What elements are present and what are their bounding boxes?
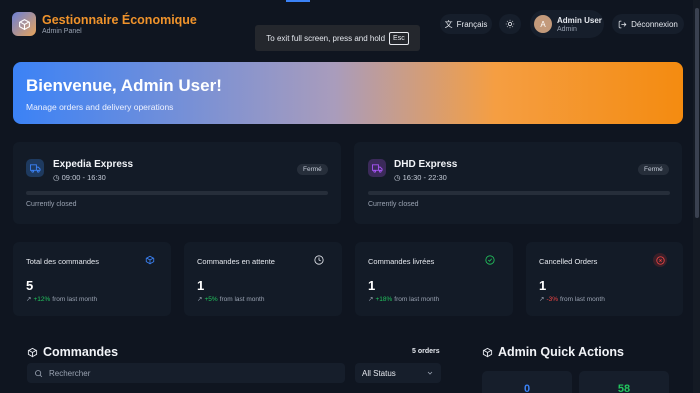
stat-change-suffix: from last month — [560, 295, 605, 303]
stat-label: Cancelled Orders — [539, 257, 598, 266]
status-badge: Fermé — [638, 164, 669, 175]
quick-action-value: 0 — [523, 383, 531, 393]
service-hours: ◷ 09:00 - 16:30 — [53, 173, 106, 182]
orders-count: 5 orders — [412, 348, 440, 355]
clock-icon: ◷ — [53, 173, 60, 182]
stat-trend: ↗ +12% from last month — [26, 295, 98, 304]
stat-change: +12% — [33, 295, 51, 303]
stat-change: +18% — [375, 295, 393, 303]
app-logo — [12, 12, 36, 36]
service-hours: ◷ 16:30 - 22:30 — [394, 173, 447, 182]
truck-icon — [368, 159, 386, 177]
language-button[interactable]: 文 Français — [440, 14, 492, 34]
service-status: Currently closed — [26, 201, 77, 208]
package-icon — [482, 347, 493, 357]
stat-change: +5% — [204, 295, 218, 303]
user-menu[interactable]: A Admin User Admin — [530, 10, 604, 38]
search-input[interactable] — [49, 368, 329, 378]
service-card-dhd: DHD Express ◷ 16:30 - 22:30 Fermé Curren… — [354, 142, 682, 224]
esc-key: Esc — [389, 31, 409, 45]
truck-icon — [26, 159, 44, 177]
brand: Gestionnaire Économique Admin Panel — [42, 13, 197, 35]
fullscreen-toast: To exit full screen, press and hold Esc — [255, 25, 420, 51]
quick-actions-title: Admin Quick Actions — [482, 345, 624, 359]
service-progress-bar — [368, 191, 670, 195]
stat-trend: ↗ +5% from last month — [197, 295, 265, 304]
stat-label: Total des commandes — [26, 257, 99, 266]
brand-subtitle: Admin Panel — [42, 28, 82, 35]
stat-label: Commandes livrées — [368, 257, 435, 266]
stat-value: 1 — [368, 278, 376, 293]
theme-toggle-button[interactable] — [499, 14, 521, 34]
scrollbar-thumb[interactable] — [695, 8, 699, 218]
banner-subtitle: Manage orders and delivery operations — [26, 102, 174, 112]
welcome-banner: Bienvenue, Admin User! Manage orders and… — [13, 62, 683, 124]
toast-text: To exit full screen, press and hold — [266, 33, 386, 43]
stat-trend: ↗ +18% from last month — [368, 295, 440, 304]
service-progress-bar — [26, 191, 328, 195]
stat-label: Commandes en attente — [197, 257, 275, 266]
service-status: Currently closed — [368, 201, 419, 208]
trending-up-icon: ↗ — [197, 296, 203, 303]
banner-title: Bienvenue, Admin User! — [26, 76, 222, 95]
quick-action-tile[interactable]: 58 — [579, 371, 669, 393]
logout-icon — [618, 20, 627, 28]
clock-icon: ◷ — [394, 173, 401, 182]
stat-value: 1 — [197, 278, 205, 293]
status-badge: Fermé — [297, 164, 328, 175]
stat-value: 5 — [26, 278, 34, 293]
service-hours-text: 09:00 - 16:30 — [61, 173, 106, 182]
stat-value: 1 — [539, 278, 547, 293]
stat-card-cancelled-orders: Cancelled Orders 1 ↗ -3% from last month — [526, 242, 683, 316]
status-filter-select[interactable]: All Status — [355, 363, 441, 383]
user-name: Admin User — [557, 15, 602, 25]
service-card-expedia: Expedia Express ◷ 09:00 - 16:30 Fermé Cu… — [13, 142, 341, 224]
chevron-down-icon — [427, 371, 433, 375]
search-field[interactable] — [27, 363, 345, 383]
logout-label: Déconnexion — [631, 19, 678, 29]
quick-actions-title-text: Admin Quick Actions — [498, 345, 624, 359]
trending-down-icon: ↗ — [539, 296, 545, 303]
service-name: DHD Express — [394, 159, 458, 170]
search-icon — [35, 369, 43, 377]
trending-up-icon: ↗ — [26, 296, 32, 303]
check-circle-icon — [483, 253, 497, 267]
package-icon — [143, 253, 157, 267]
service-hours-text: 16:30 - 22:30 — [402, 173, 447, 182]
sun-icon — [505, 19, 515, 29]
top-active-indicator — [286, 0, 310, 2]
stat-card-total-orders: Total des commandes 5 ↗ +12% from last m… — [13, 242, 171, 316]
avatar: A — [534, 15, 552, 33]
clock-icon — [312, 253, 326, 267]
x-circle-icon — [653, 253, 667, 267]
stat-card-pending-orders: Commandes en attente 1 ↗ +5% from last m… — [184, 242, 342, 316]
trending-up-icon: ↗ — [368, 296, 374, 303]
orders-title-text: Commandes — [43, 345, 119, 359]
brand-title: Gestionnaire Économique — [42, 13, 197, 27]
orders-title: Commandes — [27, 345, 118, 359]
stat-card-delivered-orders: Commandes livrées 1 ↗ +18% from last mon… — [355, 242, 513, 316]
service-name: Expedia Express — [53, 159, 134, 170]
translate-icon: 文 — [444, 19, 453, 29]
stat-change: -3% — [546, 295, 559, 303]
logout-button[interactable]: Déconnexion — [612, 14, 684, 34]
status-filter-value: All Status — [362, 368, 396, 378]
language-label: Français — [456, 19, 488, 29]
quick-action-tile[interactable]: 0 — [482, 371, 572, 393]
package-icon — [27, 347, 38, 357]
stat-change-suffix: from last month — [394, 295, 440, 303]
stat-change-suffix: from last month — [219, 295, 265, 303]
quick-action-value: 58 — [617, 383, 631, 393]
user-role: Admin — [557, 25, 577, 33]
stat-change-suffix: from last month — [52, 295, 98, 303]
stat-trend: ↗ -3% from last month — [539, 295, 605, 304]
box-icon — [18, 18, 30, 30]
